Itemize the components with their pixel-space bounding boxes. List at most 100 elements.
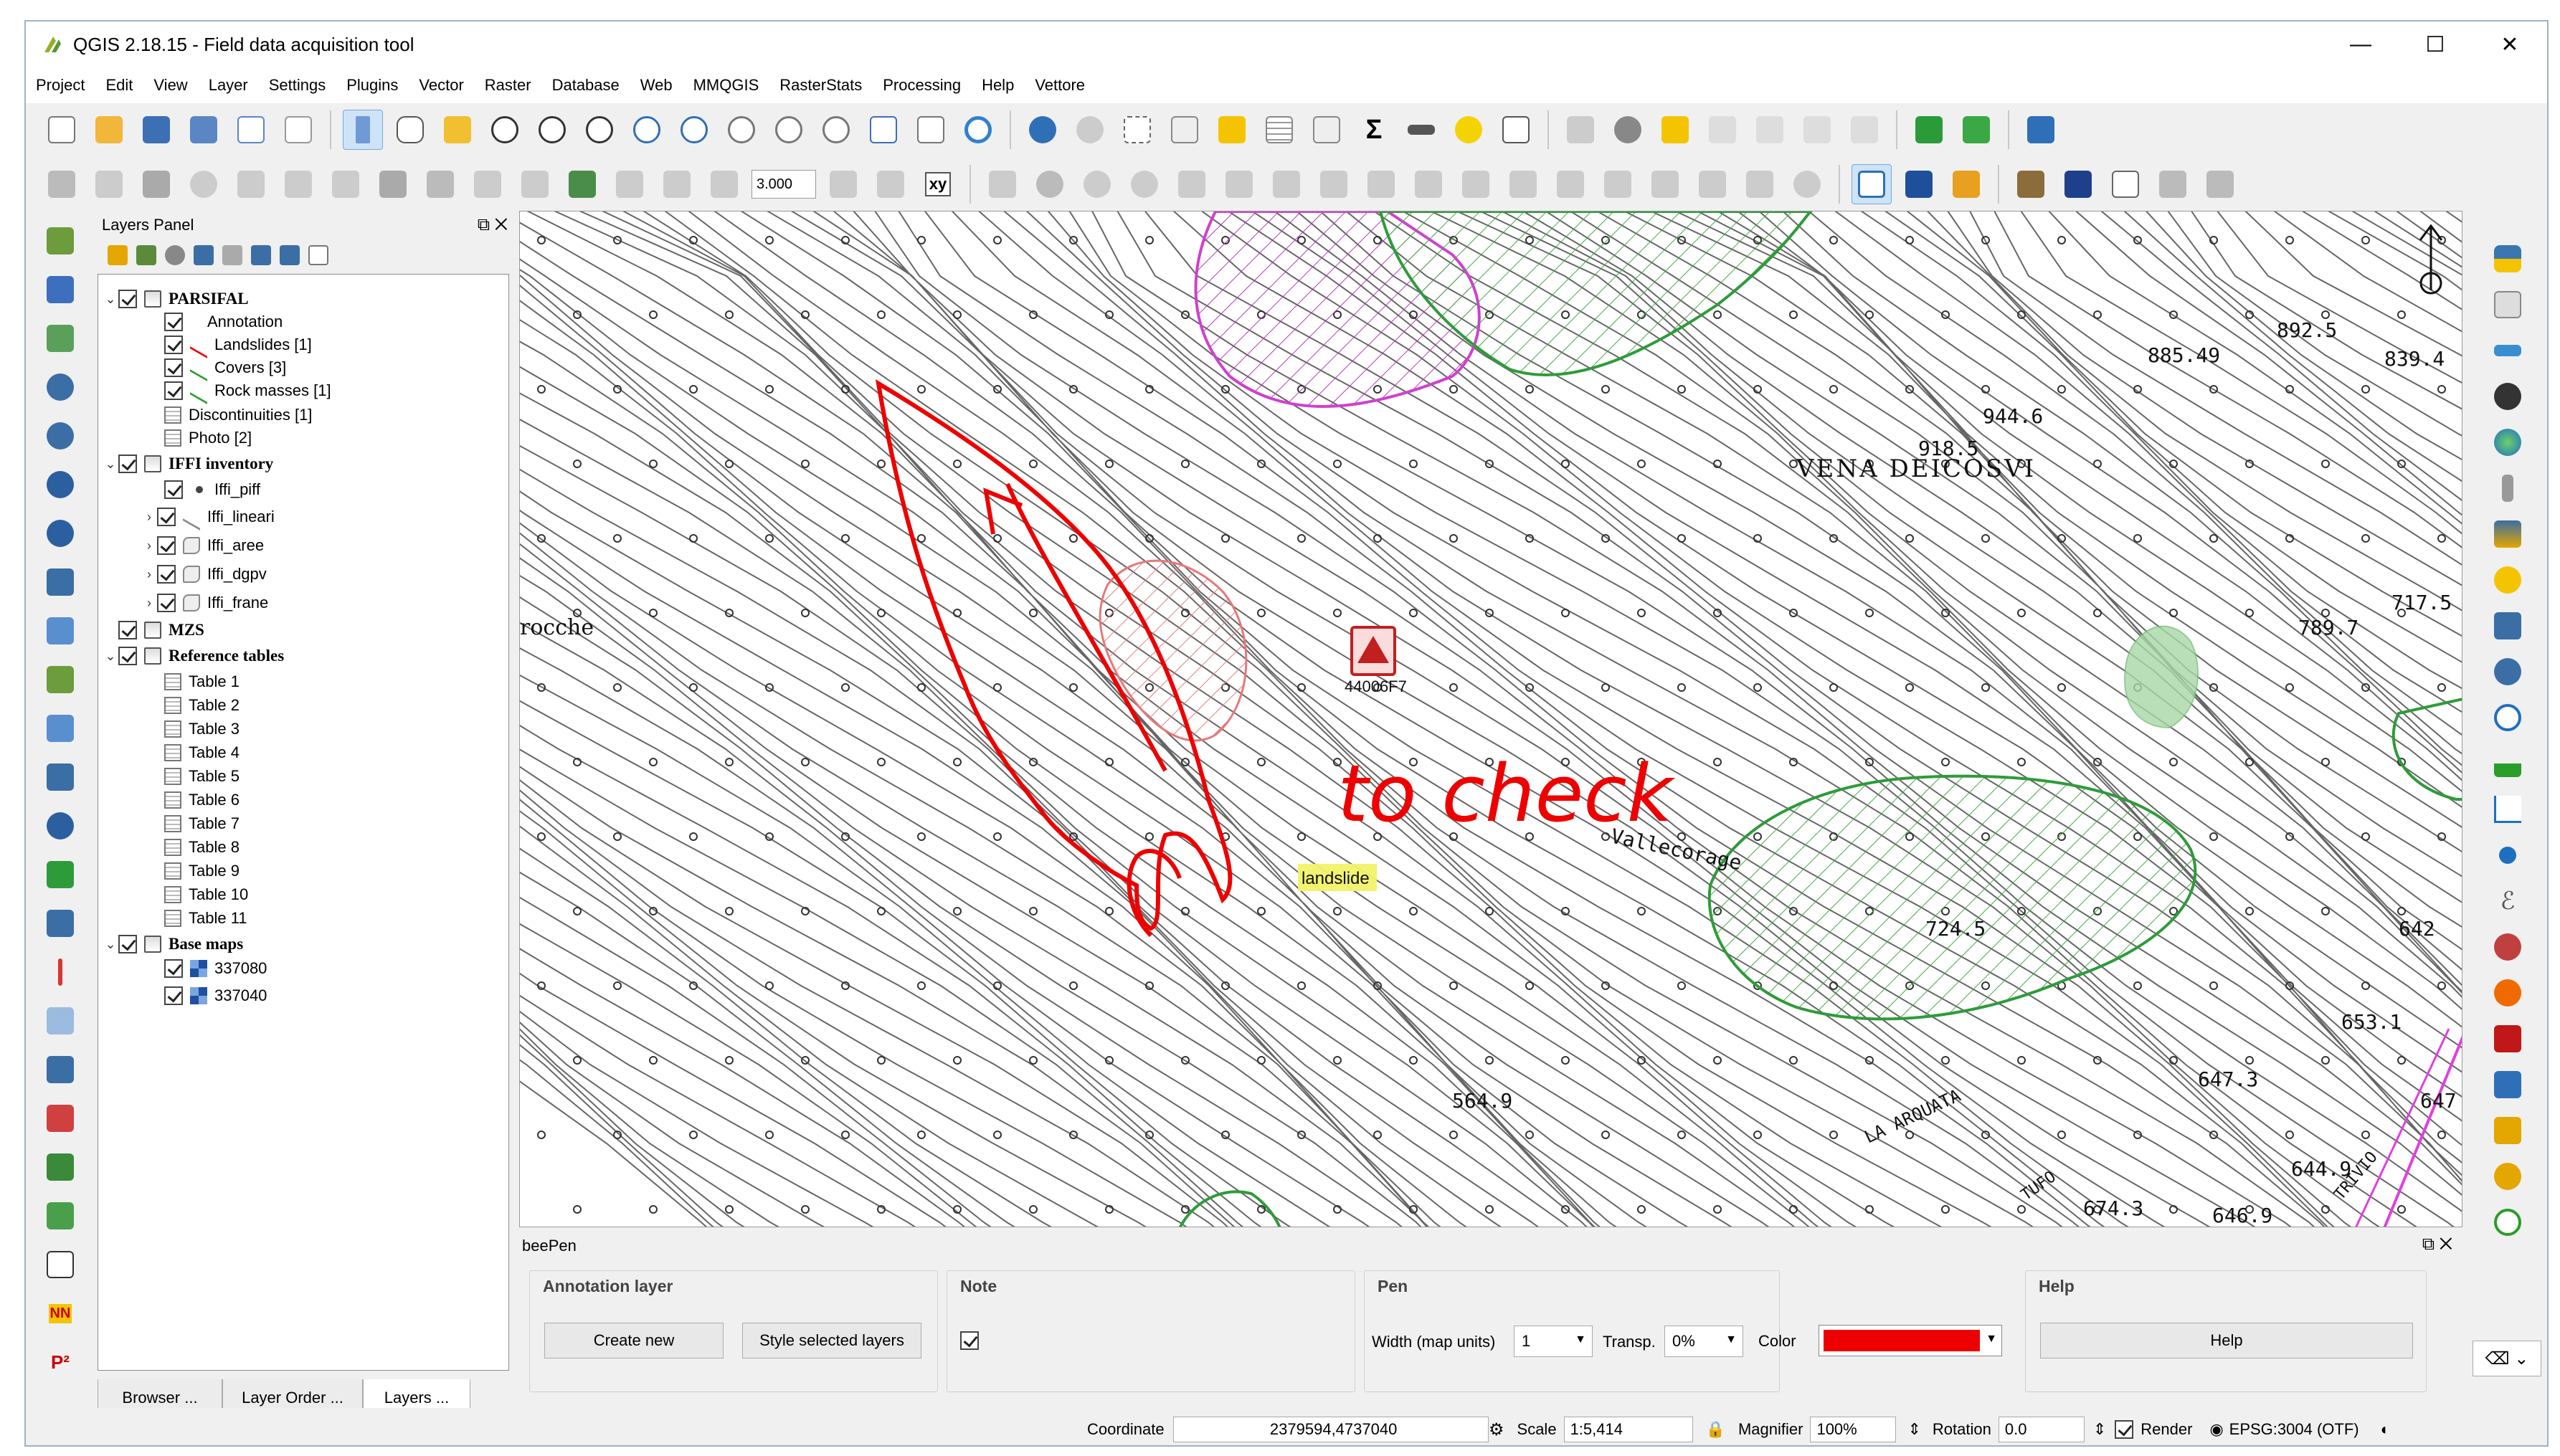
new-map-view-icon[interactable]: [863, 110, 904, 150]
offset-spinbox[interactable]: 3.000: [752, 170, 816, 199]
qgis2web-icon[interactable]: [2488, 606, 2528, 645]
tree-raster-337040[interactable]: 337040: [164, 984, 267, 1007]
pan-hand-icon[interactable]: [390, 110, 430, 150]
vector-plugin-icon[interactable]: [2011, 164, 2051, 204]
tree-table-photo[interactable]: Photo [2]: [164, 427, 252, 449]
zoom-last-icon[interactable]: [769, 110, 809, 150]
coordinate-field[interactable]: 2379594,4737040: [1172, 1417, 1489, 1442]
reshape-icon[interactable]: [1550, 164, 1590, 204]
cut-features-icon[interactable]: [420, 164, 460, 204]
keyboard-clear-icon[interactable]: ⌫ ⌄: [2473, 1341, 2541, 1376]
render-checkbox[interactable]: [2115, 1420, 2134, 1439]
zoom-plugin-icon[interactable]: [2488, 1203, 2528, 1242]
plugin-green-icon[interactable]: [1909, 110, 1949, 150]
remove-layer-icon[interactable]: [308, 245, 328, 265]
split-parts-icon[interactable]: [1314, 164, 1354, 204]
simplify-feature-icon[interactable]: [823, 164, 863, 204]
menu-rasterstats[interactable]: RasterStats: [779, 76, 862, 95]
script-editor-icon[interactable]: [2488, 285, 2528, 324]
fill-holes-icon[interactable]: [1645, 164, 1685, 204]
collapse-all-icon[interactable]: [280, 245, 300, 265]
split-features-icon[interactable]: [1172, 164, 1212, 204]
delete-ring-icon[interactable]: [1456, 164, 1496, 204]
add-oracle-layer-icon[interactable]: [39, 562, 82, 602]
tree-table-discontinuities[interactable]: Discontinuities [1]: [164, 404, 312, 427]
create-new-button[interactable]: Create new: [544, 1323, 724, 1359]
menu-settings[interactable]: Settings: [269, 76, 326, 95]
densify-icon[interactable]: [1740, 164, 1780, 204]
add-delimited-text-icon[interactable]: [39, 318, 82, 358]
select-by-value-icon[interactable]: [1165, 110, 1205, 150]
add-feature-icon[interactable]: [184, 164, 224, 204]
zoom-layer-icon[interactable]: [721, 110, 762, 150]
delete-selected-icon[interactable]: [373, 164, 413, 204]
close-button[interactable]: ✕: [2473, 22, 2547, 67]
new-bookmark-icon[interactable]: [911, 110, 951, 150]
new-temporary-layer-icon[interactable]: [39, 855, 82, 895]
tree-layer-iffi-frane[interactable]: › Iffi_frane: [141, 591, 268, 614]
tree-table-2[interactable]: Table 2: [164, 694, 240, 717]
add-wcs-layer-icon[interactable]: [39, 513, 82, 553]
advanced-digitizing-icon[interactable]: [982, 164, 1023, 204]
add-postgis-icon[interactable]: [39, 367, 82, 407]
menu-view[interactable]: View: [153, 76, 187, 95]
add-wms-icon[interactable]: [2058, 164, 2098, 204]
tree-table-10[interactable]: Table 10: [164, 883, 248, 906]
globe-icon[interactable]: [2488, 423, 2528, 462]
field-calculator-icon[interactable]: [1307, 110, 1347, 150]
layer-labeling-icon[interactable]: [1608, 110, 1648, 150]
label-toolbar-icon[interactable]: [1560, 110, 1601, 150]
crs-globe-icon[interactable]: ◉: [2209, 1420, 2223, 1439]
beepen-red-arrow[interactable]: [983, 487, 1023, 535]
create-layer-table-icon[interactable]: [39, 903, 82, 943]
panel-float-close-icon[interactable]: ⧉ ✕: [478, 215, 508, 235]
expand-all-icon[interactable]: [251, 245, 271, 265]
plugin-hd-icon[interactable]: [1956, 110, 1996, 150]
terrain-plugin-icon[interactable]: [2488, 515, 2528, 553]
circular-string-icon[interactable]: [1787, 164, 1827, 204]
tree-group-iffi[interactable]: ⌄ IFFI inventory: [103, 452, 273, 475]
magnifier-spin-icon[interactable]: ⇕: [1907, 1420, 1920, 1439]
delete-part-icon[interactable]: [1503, 164, 1543, 204]
trace-digitizing-icon[interactable]: [610, 164, 650, 204]
menu-processing[interactable]: Processing: [883, 76, 961, 95]
node-tool-icon[interactable]: [278, 164, 318, 204]
highlight-pinned-labels-icon[interactable]: [1655, 110, 1695, 150]
gps-tool-icon[interactable]: [39, 952, 82, 992]
zoom-next-icon[interactable]: [816, 110, 856, 150]
wave-plugin-icon[interactable]: [2488, 331, 2528, 370]
menu-help[interactable]: Help: [982, 76, 1014, 95]
new-project-icon[interactable]: [42, 110, 82, 150]
add-spatialite-icon[interactable]: [39, 416, 82, 456]
tree-table-3[interactable]: Table 3: [164, 718, 240, 741]
line-graph-icon[interactable]: [2488, 790, 2528, 829]
offset-curve-icon[interactable]: [704, 164, 744, 204]
deselect-all-icon[interactable]: [1212, 110, 1252, 150]
tree-group-parsifal[interactable]: ⌄ PARSIFAL: [103, 287, 249, 310]
identify-features-icon[interactable]: [1023, 110, 1063, 150]
open-project-icon[interactable]: [89, 110, 129, 150]
tree-table-1[interactable]: Table 1: [164, 670, 240, 693]
add-virtual-layer-icon[interactable]: [39, 1001, 82, 1041]
processing-history-icon[interactable]: [2200, 164, 2240, 204]
paste-features-icon[interactable]: [515, 164, 555, 204]
beepen-tool-icon[interactable]: [1852, 164, 1892, 204]
extents-toggle-icon[interactable]: ⚙: [1489, 1419, 1504, 1440]
merge-attributes-icon[interactable]: [1266, 164, 1307, 204]
tree-group-mzs[interactable]: MZS: [118, 619, 204, 642]
split-line-icon[interactable]: [1692, 164, 1732, 204]
tree-table-11[interactable]: Table 11: [164, 907, 247, 930]
zoom-out-icon[interactable]: [532, 110, 572, 150]
network-plugin-icon[interactable]: [2488, 836, 2528, 875]
new-geopackage-icon[interactable]: [39, 708, 82, 748]
tree-table-9[interactable]: Table 9: [164, 860, 240, 882]
tree-table-6[interactable]: Table 6: [164, 789, 240, 812]
filter-legend-icon[interactable]: [194, 245, 214, 265]
style-selected-layers-button[interactable]: Style selected layers: [742, 1323, 921, 1359]
show-hide-labels-icon[interactable]: [1750, 110, 1790, 150]
topology-checker-icon[interactable]: [39, 1147, 82, 1187]
manage-themes-icon[interactable]: [165, 245, 185, 265]
geometry-checker-icon[interactable]: [39, 1098, 82, 1138]
map-tips-icon[interactable]: [1449, 110, 1489, 150]
nnjoin-icon[interactable]: NN: [39, 1293, 82, 1333]
